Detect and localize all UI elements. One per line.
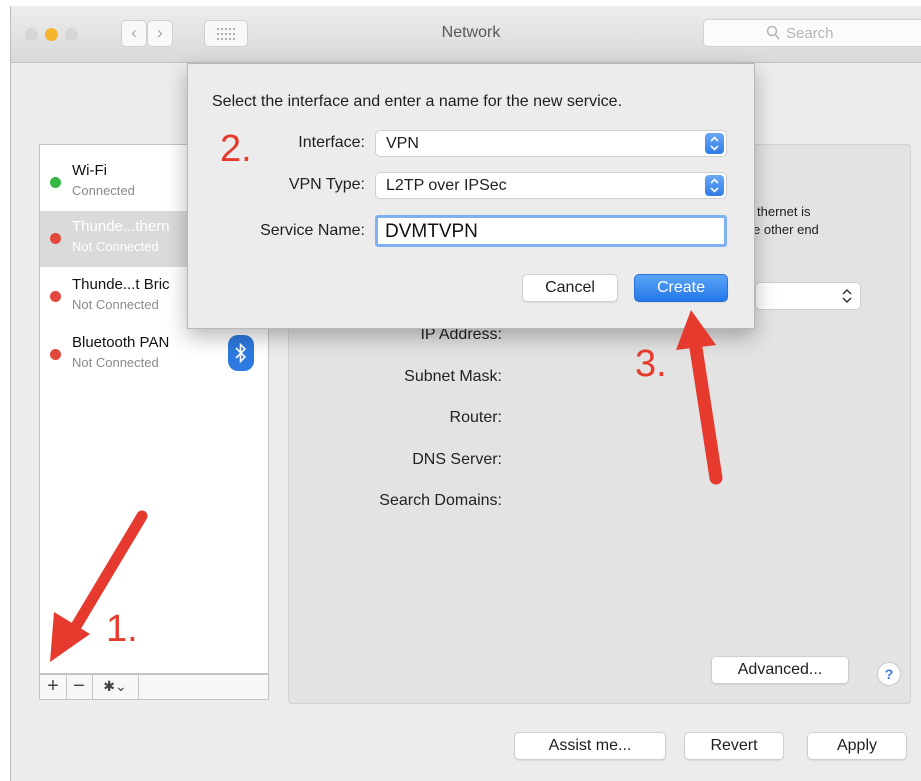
search-icon bbox=[766, 25, 780, 40]
bluetooth-icon bbox=[228, 335, 254, 371]
service-status: Not Connected bbox=[72, 239, 159, 254]
service-item-bluetooth-pan[interactable]: Bluetooth PAN Not Connected bbox=[40, 327, 268, 383]
step-1-annotation: 1. bbox=[106, 608, 138, 650]
service-name-label: Service Name: bbox=[260, 222, 365, 239]
chevron-right-icon: › bbox=[157, 23, 163, 42]
status-dot bbox=[50, 177, 61, 188]
search-field[interactable]: Search bbox=[703, 19, 921, 47]
help-button[interactable]: ? bbox=[877, 662, 901, 686]
search-domains-label: Search Domains: bbox=[379, 492, 502, 509]
dns-server-label: DNS Server: bbox=[412, 451, 502, 468]
service-status: Not Connected bbox=[72, 297, 159, 312]
status-dot bbox=[50, 291, 61, 302]
action-menu-button[interactable]: ✱⌄ bbox=[92, 675, 139, 699]
forward-button[interactable]: › bbox=[147, 20, 173, 47]
add-service-button[interactable]: + bbox=[40, 675, 67, 699]
apply-button[interactable]: Apply bbox=[807, 732, 907, 760]
configure-popup[interactable] bbox=[755, 282, 861, 310]
window-title: Network bbox=[441, 24, 501, 41]
interface-popup[interactable]: VPN bbox=[375, 130, 727, 157]
chevron-updown-icon bbox=[705, 175, 724, 196]
grid-icon bbox=[217, 28, 235, 40]
service-status: Connected bbox=[72, 183, 135, 198]
service-status: Not Connected bbox=[72, 355, 159, 370]
chevron-updown-icon bbox=[842, 288, 852, 304]
status-description-line2: e other end bbox=[753, 222, 819, 237]
title-bar: ‹ › Network Search bbox=[11, 6, 921, 63]
revert-button[interactable]: Revert bbox=[684, 732, 784, 760]
sheet-prompt: Select the interface and enter a name fo… bbox=[212, 93, 623, 110]
service-name-value: DVMTVPN bbox=[385, 221, 478, 242]
show-all-button[interactable] bbox=[204, 20, 248, 47]
status-description-line1: thernet is bbox=[757, 204, 811, 219]
vpn-type-value: L2TP over IPSec bbox=[386, 177, 507, 194]
service-name: Bluetooth PAN bbox=[72, 334, 170, 351]
vpn-type-label: VPN Type: bbox=[288, 176, 365, 193]
vpn-type-popup[interactable]: L2TP over IPSec bbox=[375, 172, 727, 199]
router-label: Router: bbox=[449, 409, 502, 426]
cancel-button[interactable]: Cancel bbox=[522, 274, 618, 302]
create-button[interactable]: Create bbox=[634, 274, 728, 302]
status-dot bbox=[50, 349, 61, 360]
close-window-button[interactable] bbox=[25, 28, 38, 41]
interface-label: Interface: bbox=[298, 134, 365, 151]
service-name-field[interactable]: DVMTVPN bbox=[375, 215, 727, 247]
assist-me-button[interactable]: Assist me... bbox=[514, 732, 666, 760]
service-name: Thunde...t Bric bbox=[72, 276, 170, 293]
new-service-sheet: Select the interface and enter a name fo… bbox=[187, 63, 755, 329]
service-name: Thunde...thern bbox=[72, 218, 170, 235]
step-3-annotation: 3. bbox=[635, 343, 667, 385]
back-button[interactable]: ‹ bbox=[121, 20, 147, 47]
step-2-annotation: 2. bbox=[220, 128, 252, 170]
chevron-left-icon: ‹ bbox=[131, 23, 137, 42]
search-placeholder: Search bbox=[786, 25, 834, 42]
remove-service-button[interactable]: − bbox=[66, 675, 93, 699]
chevron-updown-icon bbox=[705, 133, 724, 154]
service-name: Wi-Fi bbox=[72, 162, 107, 179]
advanced-button[interactable]: Advanced... bbox=[711, 656, 849, 684]
status-dot bbox=[50, 233, 61, 244]
service-list-toolbar: + − ✱⌄ bbox=[39, 674, 269, 700]
subnet-mask-label: Subnet Mask: bbox=[404, 368, 502, 385]
interface-value: VPN bbox=[386, 135, 419, 152]
minimize-window-button[interactable] bbox=[45, 28, 58, 41]
zoom-window-button[interactable] bbox=[65, 28, 78, 41]
